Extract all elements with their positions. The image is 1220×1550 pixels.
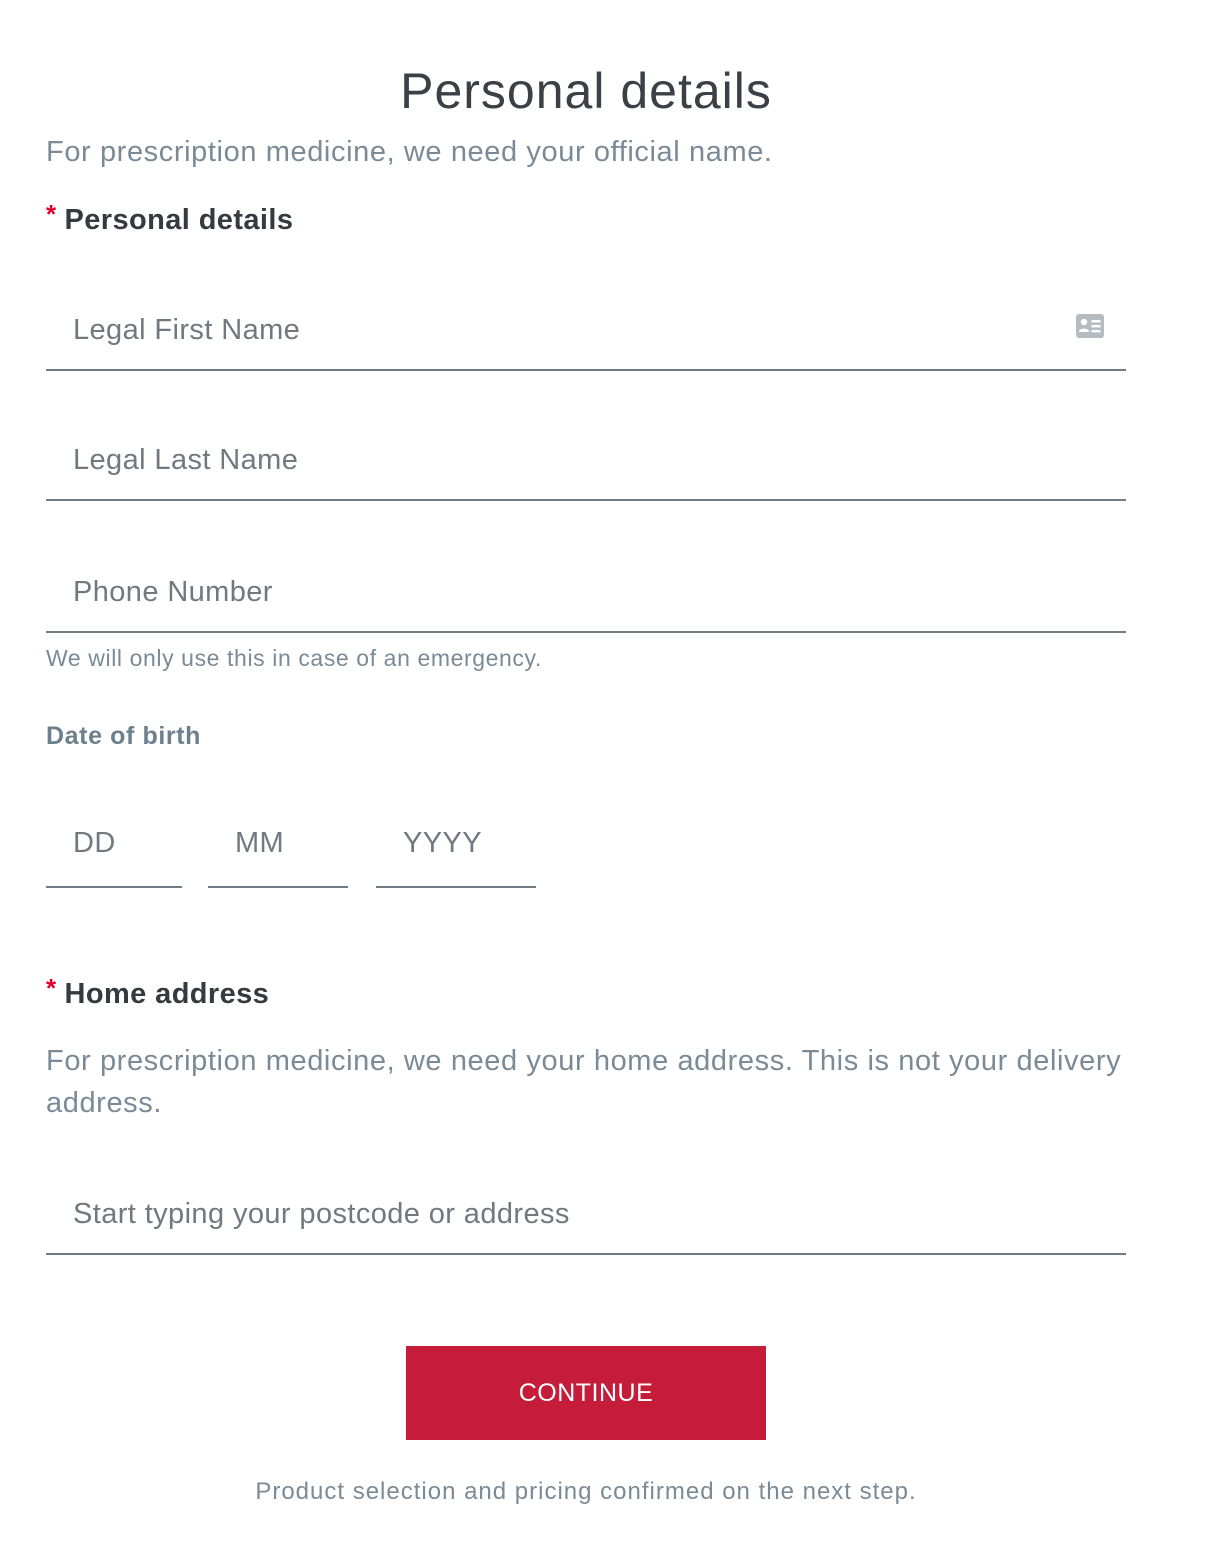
address-search-field (46, 1175, 1126, 1255)
personal-details-label: * Personal details (46, 199, 294, 237)
page-title: Personal details (400, 62, 772, 119)
dob-month-field (208, 800, 348, 888)
phone-field (46, 553, 1126, 633)
dob-year-field (376, 800, 536, 888)
phone-helper-text: We will only use this in case of an emer… (46, 645, 542, 671)
required-marker: * (46, 199, 57, 229)
home-address-label: * Home address (46, 973, 270, 1011)
intro-text: For prescription medicine, we need your … (46, 136, 773, 168)
dob-day-input[interactable] (46, 800, 182, 886)
continue-button[interactable]: CONTINUE (406, 1346, 766, 1440)
phone-input[interactable] (46, 553, 1126, 631)
last-name-input[interactable] (46, 421, 1126, 499)
dob-month-input[interactable] (208, 800, 348, 886)
contact-card-icon[interactable] (1075, 313, 1105, 339)
first-name-field (46, 291, 1126, 371)
first-name-input[interactable] (46, 291, 1126, 369)
address-help-text: For prescription medicine, we need your … (46, 1045, 1122, 1119)
dob-day-field (46, 800, 182, 888)
footnote-text: Product selection and pricing confirmed … (255, 1478, 917, 1505)
dob-label: Date of birth (46, 722, 202, 750)
required-marker: * (46, 973, 57, 1003)
personal-details-label-text: Personal details (64, 204, 294, 236)
address-search-input[interactable] (46, 1175, 1126, 1253)
home-address-label-text: Home address (64, 978, 270, 1010)
last-name-field (46, 421, 1126, 501)
dob-year-input[interactable] (376, 800, 536, 886)
